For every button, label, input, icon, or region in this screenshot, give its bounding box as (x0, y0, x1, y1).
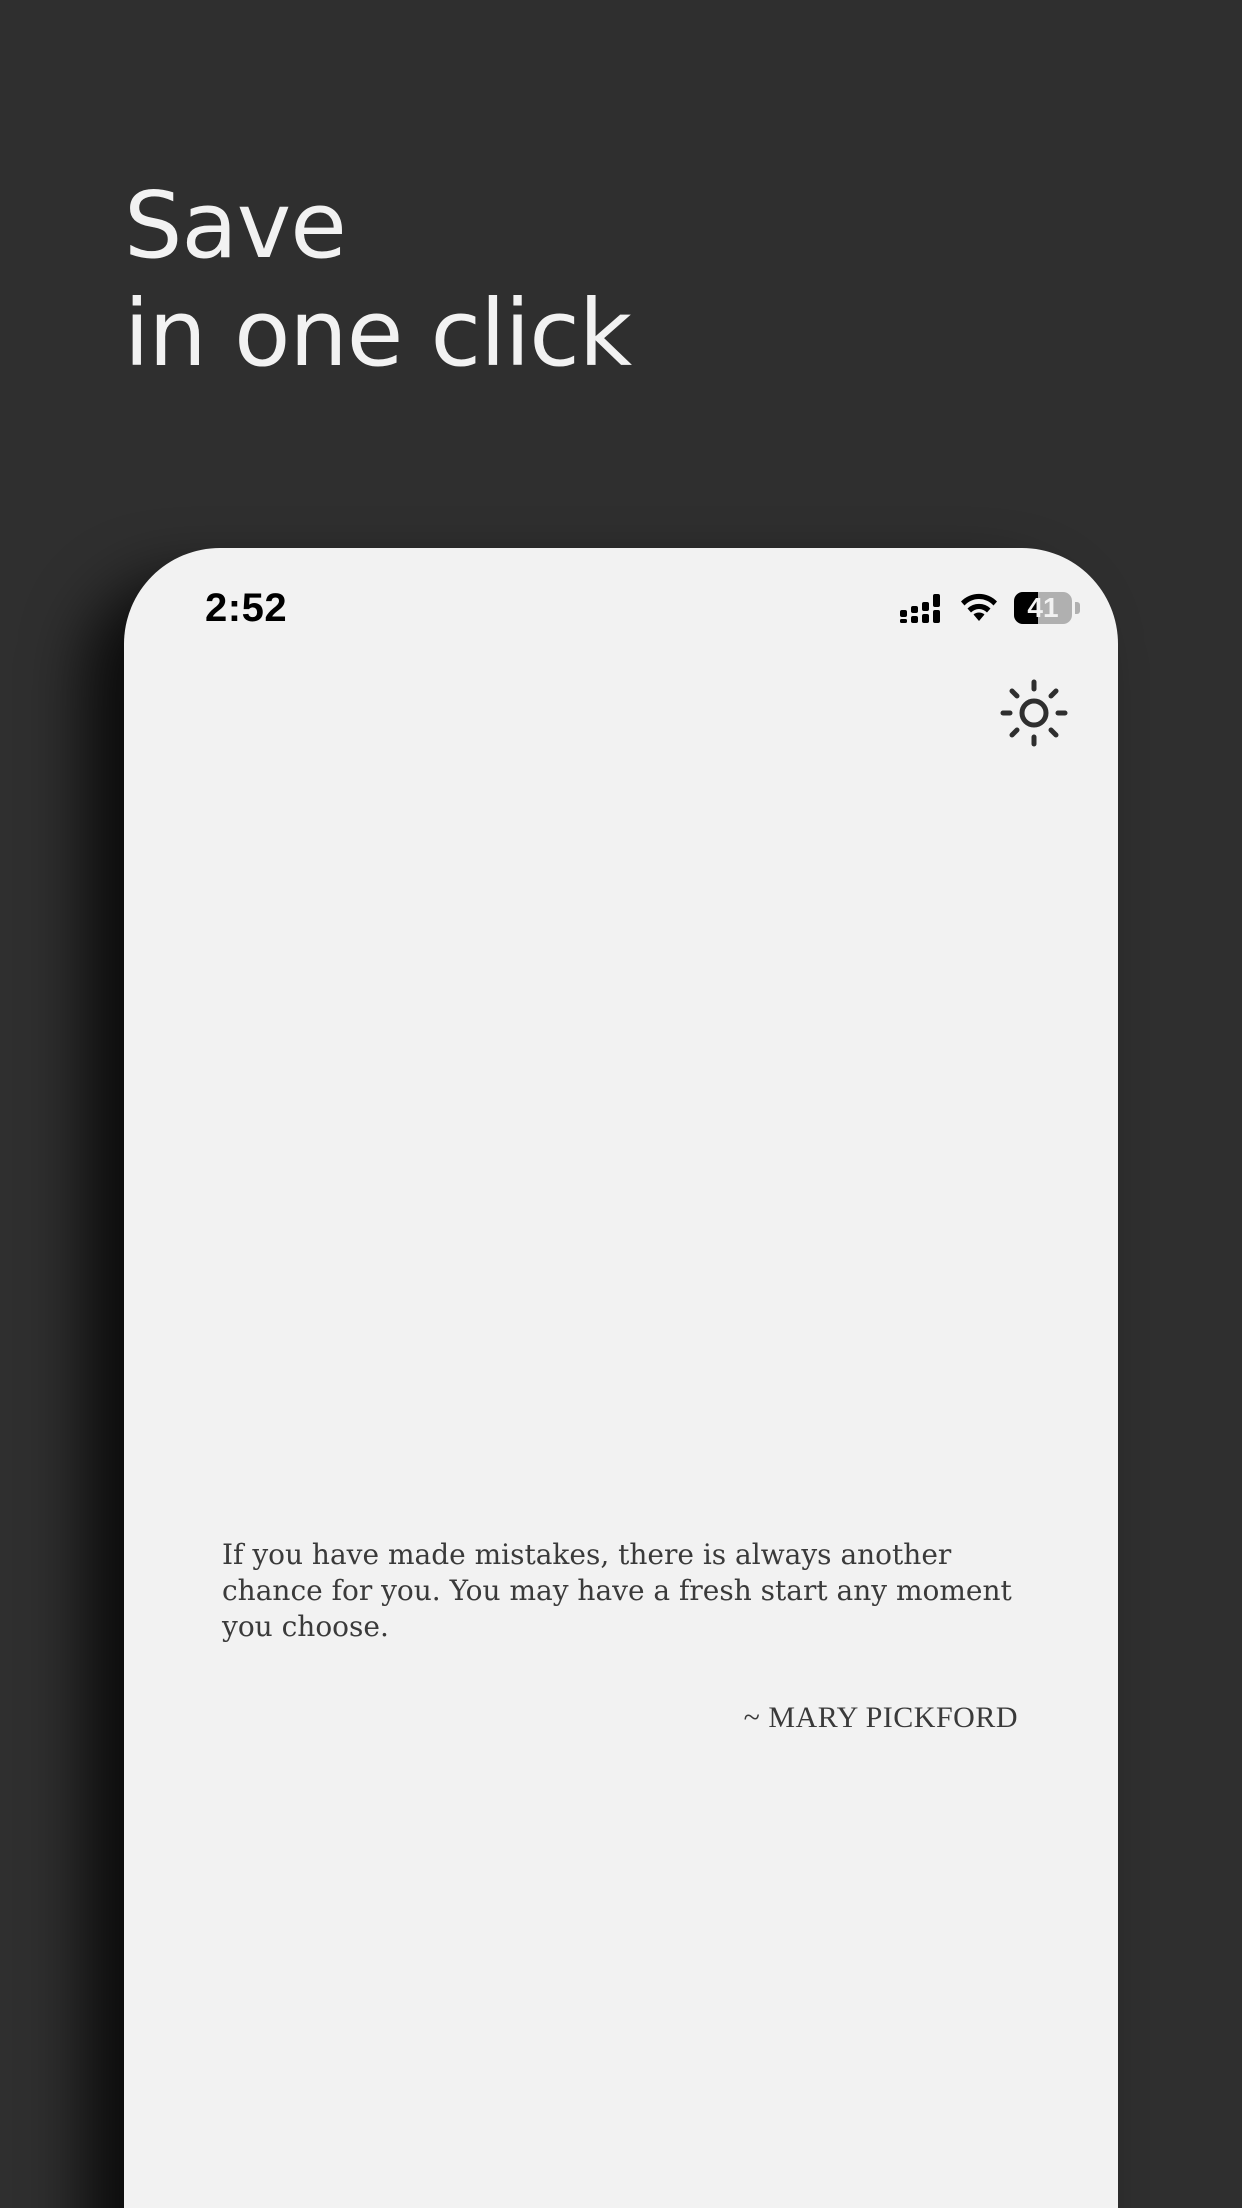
headline: Save in one click (124, 172, 632, 388)
battery-icon: 41 (1014, 592, 1072, 624)
quote-author: ~ MARY PICKFORD (743, 1701, 1018, 1734)
wifi-icon (961, 593, 997, 621)
status-time: 2:52 (205, 586, 288, 630)
status-icons: 41 (900, 592, 1080, 624)
quote-text: If you have made mistakes, there is alwa… (222, 1538, 1012, 1643)
sun-icon[interactable] (1000, 679, 1068, 747)
phone-screen: 2:52 41 If you have made mistakes, there… (124, 548, 1118, 2208)
headline-line-2: in one click (124, 280, 632, 387)
app-store-screenshot: Save in one click 2:52 41 If you have ma… (0, 0, 1242, 2208)
battery-level: 41 (1027, 592, 1059, 623)
battery-cap (1075, 602, 1080, 614)
cellular-signal-icon (900, 594, 940, 623)
headline-line-1: Save (124, 172, 347, 279)
